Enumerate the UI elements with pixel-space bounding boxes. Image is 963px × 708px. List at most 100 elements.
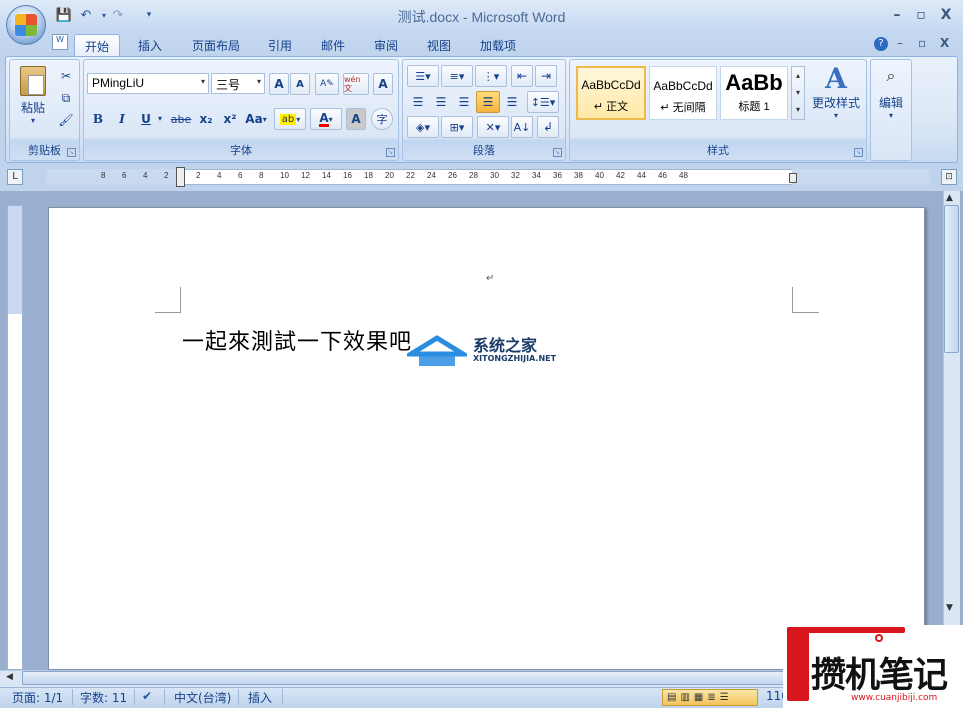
char-border-button[interactable]: A [373, 73, 393, 95]
shrink-font-button[interactable]: A [290, 73, 310, 95]
style-normal[interactable]: AaBbCcDd ↵ 正文 [576, 66, 646, 120]
grow-font-button[interactable]: A [269, 73, 289, 95]
clipboard-launcher-icon[interactable]: ↘ [67, 148, 76, 157]
line-spacing-button[interactable]: ↕☰▾ [527, 91, 559, 113]
style-name: 标题 1 [738, 101, 770, 113]
highlight-button[interactable]: ab ▾ [274, 108, 306, 130]
tab-page-layout[interactable]: 页面布局 [182, 34, 250, 57]
bold-icon: B [92, 112, 104, 126]
reading-layout-icon[interactable]: ▥ [680, 692, 689, 703]
status-language[interactable]: 中文(台湾) [174, 689, 231, 706]
maximize-button[interactable]: ▫ [911, 7, 931, 23]
ruler-number: 16 [343, 171, 352, 180]
numbering-button[interactable]: ≡▾ [441, 65, 473, 87]
strikethrough-button[interactable]: abe [168, 108, 194, 130]
tab-home[interactable]: 开始 [74, 34, 121, 57]
tab-review[interactable]: 审阅 [364, 34, 408, 57]
tab-references[interactable]: 引用 [258, 34, 302, 57]
clear-format-button[interactable]: A✎ [315, 73, 339, 95]
outline-icon[interactable]: ≣ [707, 692, 715, 703]
scroll-up-icon[interactable]: ▲ [946, 193, 953, 203]
cut-icon[interactable]: ✂ [56, 65, 76, 87]
borders-button[interactable]: ⊞▾ [441, 116, 473, 138]
indent-marker[interactable] [176, 167, 185, 187]
show-marks-button[interactable]: ↲ [537, 116, 559, 138]
styles-scroll[interactable]: ▴ ▾ ▾ [791, 66, 805, 120]
close-button[interactable]: X [936, 7, 956, 23]
align-center-button[interactable]: ☰ [430, 91, 452, 113]
style-no-spacing[interactable]: AaBbCcDd ↵ 无间隔 [649, 66, 717, 120]
word-doc-icon[interactable]: W [52, 34, 68, 50]
align-left-button[interactable]: ☰ [407, 91, 429, 113]
right-indent-marker[interactable] [789, 173, 797, 183]
ruler-number: 22 [406, 171, 415, 180]
doc-minimize-button[interactable]: – [897, 36, 903, 50]
shading-button[interactable]: ◈▾ [407, 116, 439, 138]
status-words[interactable]: 字数: 11 [80, 689, 127, 706]
font-launcher-icon[interactable]: ↘ [386, 148, 395, 157]
asian-layout-button[interactable]: ✕▾ [477, 116, 509, 138]
minimize-button[interactable]: – [887, 7, 907, 23]
justify-button[interactable]: ☰ [476, 91, 500, 113]
ruler-number: 4 [143, 171, 148, 180]
vertical-scroll-thumb[interactable] [944, 205, 959, 353]
help-icon[interactable]: ? [874, 37, 888, 51]
clear-format-icon: A✎ [320, 79, 334, 89]
change-case-button[interactable]: Aa ▾ [243, 108, 269, 130]
binoculars-icon: ⌕ [886, 66, 896, 85]
decrease-indent-button[interactable]: ⇤ [511, 65, 533, 87]
char-border-icon: A [378, 77, 388, 91]
paint-bucket-icon: ◈▾ [416, 120, 430, 134]
style-heading-1[interactable]: AaBb 标题 1 [720, 66, 788, 120]
char-shading-button[interactable]: A [346, 108, 366, 130]
font-size-combo[interactable]: 三号 ▾ [211, 73, 265, 94]
scroll-left-icon[interactable]: ◀ [6, 672, 13, 682]
copy-icon[interactable]: ⧉ [56, 87, 76, 109]
enclose-char-button[interactable]: 字 [371, 108, 393, 130]
underline-dropdown-icon[interactable]: ▾ [158, 114, 162, 123]
align-right-button[interactable]: ☰ [453, 91, 475, 113]
print-layout-icon[interactable]: ▤ [667, 692, 676, 703]
phonetic-guide-button[interactable]: wén 文 [343, 73, 369, 95]
paragraph-launcher-icon[interactable]: ↘ [553, 148, 562, 157]
superscript-button[interactable]: x² [219, 108, 241, 130]
web-layout-icon[interactable]: ▦ [694, 692, 703, 703]
font-name-combo[interactable]: PMingLiU ▾ [87, 73, 209, 94]
tab-addins[interactable]: 加载项 [470, 34, 526, 57]
office-button[interactable] [6, 5, 46, 45]
paste-button[interactable]: 粘贴 ▾ [14, 64, 52, 132]
tab-view[interactable]: 视图 [417, 34, 461, 57]
doc-close-button[interactable]: X [940, 36, 949, 50]
change-styles-button[interactable]: A 更改样式 ▾ [809, 64, 863, 130]
tab-insert[interactable]: 插入 [128, 34, 172, 57]
draft-icon[interactable]: ☰ [720, 692, 729, 703]
scroll-down-icon[interactable]: ▼ [946, 603, 953, 613]
spelling-check-icon[interactable]: ✔ [142, 689, 152, 703]
distributed-button[interactable]: ☰ [501, 91, 523, 113]
bullets-icon: ☰▾ [415, 69, 431, 83]
style-name: ↵ 无间隔 [660, 102, 706, 114]
view-ruler-icon[interactable]: ⊡ [941, 169, 957, 185]
align-right-icon: ☰ [458, 95, 470, 109]
editing-button[interactable]: ⌕ 编辑 ▾ [872, 64, 910, 130]
tab-mailings[interactable]: 邮件 [311, 34, 355, 57]
styles-launcher-icon[interactable]: ↘ [854, 148, 863, 157]
italic-button[interactable]: I [111, 108, 133, 130]
underline-button[interactable]: U [135, 108, 157, 130]
tab-selector[interactable]: L [7, 169, 23, 185]
subscript-button[interactable]: x₂ [195, 108, 217, 130]
sort-button[interactable]: A↓ [511, 116, 533, 138]
multilevel-list-button[interactable]: ⋮▾ [475, 65, 507, 87]
format-painter-icon[interactable]: 🖌 [56, 109, 76, 131]
font-color-button[interactable]: A ▾ [310, 108, 342, 130]
style-preview: AaBb [725, 70, 783, 95]
doc-restore-button[interactable]: ▫ [918, 36, 926, 50]
document-text[interactable]: 一起來測試一下效果吧 [182, 324, 412, 356]
status-insert-mode[interactable]: 插入 [248, 689, 272, 706]
bold-button[interactable]: B [87, 108, 109, 130]
status-page[interactable]: 页面: 1/1 [12, 689, 63, 706]
watermark2-title: 攒机笔记 [811, 656, 948, 696]
increase-indent-button[interactable]: ⇥ [535, 65, 557, 87]
view-buttons[interactable]: ▤ ▥ ▦ ≣ ☰ [662, 689, 758, 706]
bullets-button[interactable]: ☰▾ [407, 65, 439, 87]
